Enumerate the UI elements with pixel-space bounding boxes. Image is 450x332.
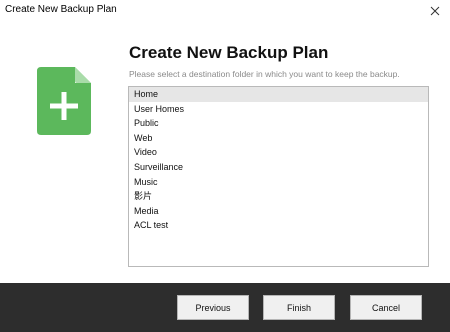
page-subtitle: Please select a destination folder in wh… <box>129 69 400 79</box>
title-bar: Create New Backup Plan <box>0 0 450 22</box>
window-title: Create New Backup Plan <box>5 4 117 15</box>
folder-list-item[interactable]: Web <box>129 131 428 146</box>
folder-list-item[interactable]: Public <box>129 116 428 131</box>
folder-list-item[interactable]: Home <box>129 87 428 102</box>
folder-list-item[interactable]: Music <box>129 175 428 190</box>
folder-list-item[interactable]: Video <box>129 145 428 160</box>
close-icon <box>430 6 440 16</box>
close-button[interactable] <box>420 0 450 22</box>
new-document-icon <box>37 67 91 135</box>
folder-list-item[interactable]: Media <box>129 204 428 219</box>
destination-folder-list[interactable]: Home User Homes Public Web Video Surveillance… <box>128 86 429 267</box>
folder-list-item[interactable]: 影片 <box>129 189 428 204</box>
folder-list-item[interactable]: Surveillance <box>129 160 428 175</box>
folder-list-item[interactable]: User Homes <box>129 102 428 117</box>
finish-button[interactable]: Finish <box>263 295 335 320</box>
folder-list-item[interactable]: ACL test <box>129 218 428 233</box>
page-title: Create New Backup Plan <box>129 43 329 62</box>
cancel-button[interactable]: Cancel <box>350 295 422 320</box>
previous-button[interactable]: Previous <box>177 295 249 320</box>
footer-bar: Previous Finish Cancel <box>0 283 450 332</box>
